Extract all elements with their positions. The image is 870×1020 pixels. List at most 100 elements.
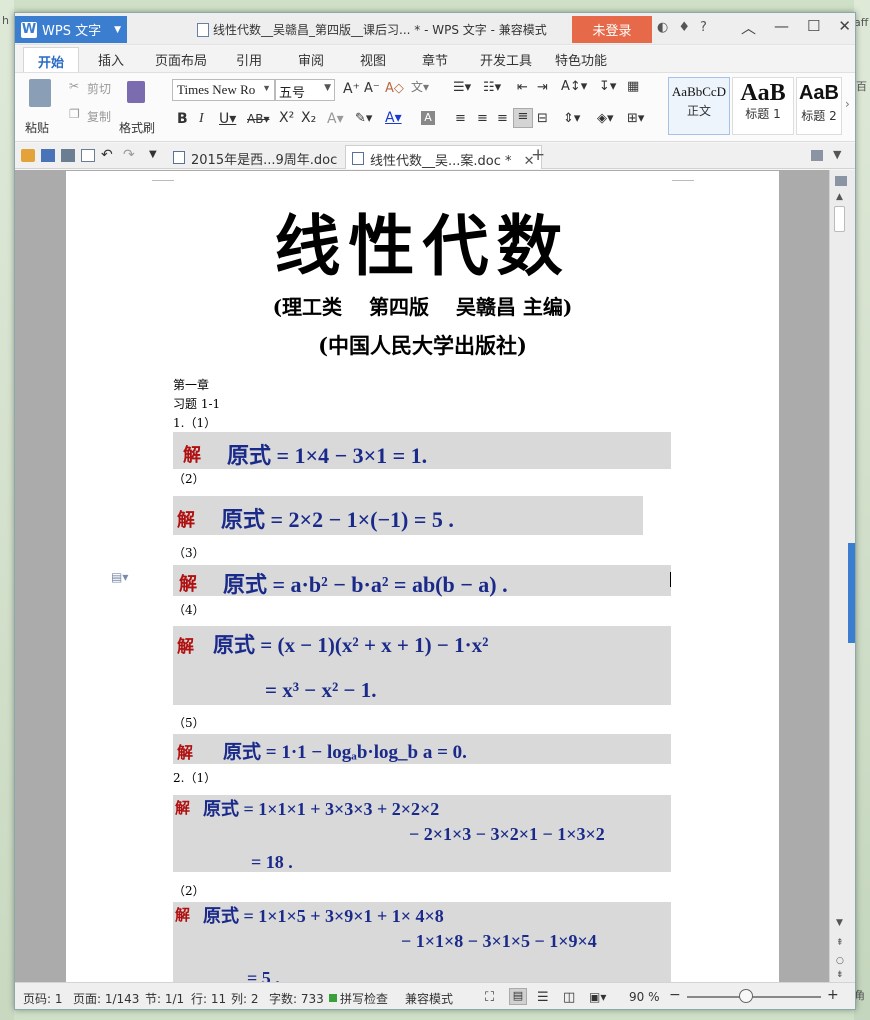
clipboard-icon[interactable] <box>29 79 51 107</box>
page-view-icon[interactable]: ▤ <box>509 988 527 1005</box>
grow-font-icon[interactable]: A⁺ <box>343 81 360 97</box>
cut-button[interactable]: 剪切 <box>87 80 111 97</box>
print-icon[interactable] <box>61 149 75 162</box>
next-page-icon[interactable]: ⇟ <box>836 970 844 980</box>
copy-icon[interactable]: ❐ <box>69 107 80 121</box>
italic-icon[interactable]: I <box>199 111 204 127</box>
highlight-icon[interactable]: ✎▾ <box>355 111 372 126</box>
align-center-icon[interactable]: ≡ <box>477 111 488 126</box>
style-heading-2[interactable]: AaB 标题 2 <box>796 77 842 135</box>
document-page[interactable]: 线性代数 (理工类 第四版 吴赣昌 主编) (中国人民大学出版社) 第一章 习题… <box>66 171 779 982</box>
copy-button[interactable]: 复制 <box>87 108 111 125</box>
status-page-code[interactable]: 页码: 1 <box>23 990 63 1007</box>
scissors-icon[interactable]: ✂ <box>69 79 79 93</box>
close-button[interactable]: ✕ <box>838 17 851 38</box>
decrease-indent-icon[interactable]: ⇤ <box>517 80 528 95</box>
minimize-button[interactable]: — <box>774 17 789 38</box>
save-icon[interactable] <box>41 149 55 162</box>
clear-format-icon[interactable]: A◇ <box>385 81 404 96</box>
shirt-icon[interactable]: ♦ <box>678 20 690 35</box>
panel-toggle-icon[interactable] <box>835 176 847 186</box>
scroll-up-icon[interactable]: ▲ <box>836 192 843 202</box>
doc-tab-1[interactable]: 2015年是西...9周年.doc <box>167 145 343 169</box>
doc-tab-2[interactable]: 线性代数__吴...案.doc * ✕ <box>345 145 542 169</box>
line-spacing-icon[interactable]: ⇕▾ <box>563 111 580 126</box>
zoom-slider[interactable] <box>687 996 821 998</box>
align-right-icon[interactable]: ≡ <box>497 111 508 126</box>
new-tab-icon[interactable]: + <box>531 145 545 165</box>
sort-icon[interactable]: ↧▾ <box>599 79 616 94</box>
tab-developer[interactable]: 开发工具 <box>480 50 532 69</box>
distributed-align-icon[interactable]: ⊟ <box>537 111 548 126</box>
superscript-icon[interactable]: X² <box>279 110 294 126</box>
quick-access-dropdown-icon[interactable]: ▼ <box>149 149 157 160</box>
scroll-down-icon[interactable]: ▼ <box>836 918 843 928</box>
tab-page-layout[interactable]: 页面布局 <box>155 50 207 69</box>
shading-icon[interactable]: ◈▾ <box>597 111 614 126</box>
print-preview-icon[interactable] <box>81 149 95 162</box>
char-shading-icon[interactable]: A <box>421 111 435 125</box>
justify-icon[interactable]: ≡ <box>513 108 533 128</box>
zoom-out-icon[interactable]: − <box>669 987 681 1003</box>
style-heading-1[interactable]: AaB 标题 1 <box>732 77 794 135</box>
tab-home[interactable]: 开始 <box>23 47 80 72</box>
font-size-select[interactable]: 五号 ▼ <box>275 79 335 101</box>
format-painter-icon[interactable] <box>127 81 145 103</box>
login-button[interactable]: 未登录 <box>572 16 652 43</box>
fullscreen-view-icon[interactable]: ⛶ <box>485 990 494 1005</box>
borders-icon[interactable]: ⊞▾ <box>627 111 644 126</box>
window-layout-icon[interactable] <box>811 150 823 161</box>
chevron-right-icon[interactable]: › <box>845 97 850 111</box>
status-word-count[interactable]: 字数: 733 <box>269 990 324 1007</box>
text-effect-icon[interactable]: A▾ <box>327 111 344 127</box>
bullet-list-icon[interactable]: ☰▾ <box>453 80 471 95</box>
side-panel-handle[interactable] <box>848 543 855 643</box>
status-pages[interactable]: 页面: 1/143 <box>73 990 139 1007</box>
open-folder-icon[interactable] <box>21 149 35 162</box>
maximize-button[interactable]: ☐ <box>807 17 820 38</box>
font-color-icon[interactable]: A▾ <box>385 110 402 126</box>
tab-review[interactable]: 审阅 <box>298 50 324 69</box>
underline-icon[interactable]: U▾ <box>219 111 236 127</box>
strikethrough-icon[interactable]: AB▾ <box>247 112 269 126</box>
previous-page-icon[interactable]: ⇞ <box>836 938 844 948</box>
reading-view-icon[interactable]: ▣▾ <box>589 990 606 1004</box>
zoom-level[interactable]: 90 % <box>629 990 660 1004</box>
numbered-list-icon[interactable]: ☷▾ <box>483 80 501 95</box>
document-canvas[interactable]: 线性代数 (理工类 第四版 吴赣昌 主编) (中国人民大学出版社) 第一章 习题… <box>15 170 829 982</box>
zoom-in-icon[interactable]: + <box>827 987 839 1003</box>
select-browse-object-icon[interactable]: ○ <box>836 956 844 966</box>
tab-insert[interactable]: 插入 <box>98 50 124 69</box>
tab-special-features[interactable]: 特色功能 <box>555 50 607 69</box>
skin-icon[interactable]: ◐ <box>657 20 668 35</box>
paragraph-menu-icon[interactable]: ▤▾ <box>111 570 128 584</box>
doc-tab-label: 2015年是西...9周年.doc <box>191 153 338 168</box>
font-name-value: Times New Ro <box>177 82 256 97</box>
collapse-tabs-icon[interactable]: ▼ <box>833 148 841 161</box>
outline-view-icon[interactable]: ☰ <box>537 990 549 1005</box>
tab-chapter[interactable]: 章节 <box>422 50 448 69</box>
undo-icon[interactable]: ↶ <box>101 147 113 163</box>
font-name-select[interactable]: Times New Ro ▼ <box>172 79 275 101</box>
increase-indent-icon[interactable]: ⇥ <box>537 80 548 95</box>
shrink-font-icon[interactable]: A⁻ <box>364 81 380 96</box>
phonetic-guide-icon[interactable]: 文▾ <box>411 78 429 95</box>
style-normal[interactable]: AaBbCcD 正文 <box>668 77 730 135</box>
web-view-icon[interactable]: ◫ <box>563 990 575 1005</box>
align-left-icon[interactable]: ≡ <box>455 111 466 126</box>
tab-view[interactable]: 视图 <box>360 50 386 69</box>
app-menu-button[interactable]: W WPS 文字 ▼ <box>15 16 127 43</box>
redo-icon[interactable]: ↷ <box>123 147 135 163</box>
bold-icon[interactable]: B <box>177 111 188 127</box>
scroll-thumb[interactable] <box>834 206 845 232</box>
paste-button[interactable]: 粘贴 <box>25 119 49 136</box>
format-painter-button[interactable]: 格式刷 <box>119 119 155 136</box>
status-spell-check[interactable]: 拼写检查 <box>340 990 388 1007</box>
table-borders-icon[interactable]: ▦ <box>627 79 639 94</box>
help-icon[interactable]: ? <box>700 20 707 35</box>
subscript-icon[interactable]: X₂ <box>301 110 316 126</box>
chinese-layout-icon[interactable]: A↕▾ <box>561 79 587 94</box>
zoom-slider-handle[interactable] <box>739 989 753 1003</box>
tab-references[interactable]: 引用 <box>236 50 262 69</box>
collapse-ribbon-icon[interactable]: ︿ <box>741 17 756 38</box>
